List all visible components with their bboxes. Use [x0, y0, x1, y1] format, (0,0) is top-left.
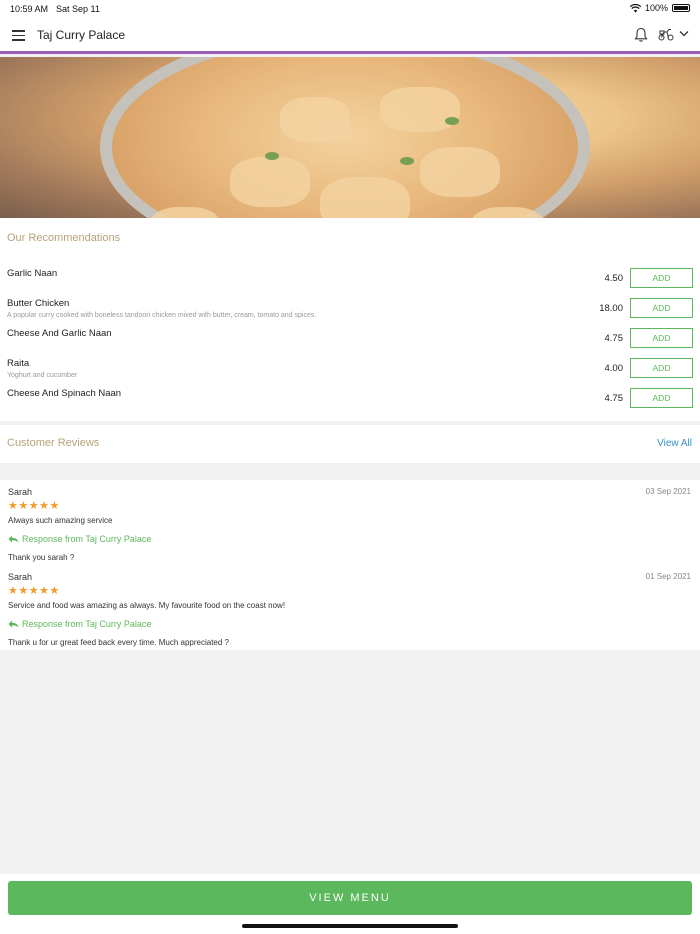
add-button[interactable]: ADD: [630, 358, 693, 378]
star-rating: ★★★★★: [8, 585, 60, 597]
page-title: Taj Curry Palace: [37, 28, 126, 42]
reviews-list: Sarah 03 Sep 2021 ★★★★★ Always such amaz…: [0, 480, 700, 650]
add-button[interactable]: ADD: [630, 298, 693, 318]
menu-item-name: Butter Chicken: [7, 298, 70, 309]
menu-item: Butter Chicken A popular curry cooked wi…: [0, 298, 700, 328]
add-button[interactable]: ADD: [630, 268, 693, 288]
review-text: Always such amazing service: [8, 516, 113, 525]
menu-item: Cheese And Garlic Naan 4.75 ADD: [0, 328, 700, 358]
review-text: Service and food was amazing as always. …: [8, 601, 286, 610]
response-header: Response from Taj Curry Palace: [8, 619, 151, 629]
reply-arrow-icon: [8, 620, 19, 628]
menu-item-name: Cheese And Garlic Naan: [7, 328, 112, 339]
response-label: Response from Taj Curry Palace: [22, 534, 152, 544]
status-date: Sat Sep 11: [56, 4, 100, 14]
home-indicator: [242, 924, 458, 928]
bottom-bar: VIEW MENU: [0, 874, 700, 934]
menu-item-price: 4.00: [604, 363, 624, 374]
status-indicators: 100%: [629, 3, 690, 13]
menu-item-price: 4.75: [604, 393, 624, 404]
response-text: Thank u for ur great feed back every tim…: [8, 638, 230, 647]
status-time: 10:59 AM: [10, 4, 49, 14]
view-all-link[interactable]: View All: [657, 438, 692, 449]
review-item: Sarah 03 Sep 2021 ★★★★★ Always such amaz…: [0, 487, 700, 567]
response-text: Thank you sarah ?: [8, 553, 75, 562]
status-bar: 10:59 AM Sat Sep 11 100%: [0, 0, 700, 18]
battery-percent: 100%: [644, 3, 668, 13]
reviewer-name: Sarah: [8, 572, 33, 582]
scooter-icon[interactable]: [658, 28, 674, 41]
menu-item-name: Garlic Naan: [7, 268, 58, 279]
response-label: Response from Taj Curry Palace: [22, 619, 152, 629]
view-menu-button[interactable]: VIEW MENU: [8, 881, 692, 915]
hamburger-icon[interactable]: [12, 30, 25, 41]
bell-icon[interactable]: [634, 27, 648, 43]
menu-item-price: 4.50: [604, 273, 624, 284]
star-rating: ★★★★★: [8, 500, 60, 512]
hero-image: [0, 57, 700, 218]
add-button[interactable]: ADD: [630, 388, 693, 408]
nav-bar: Taj Curry Palace: [0, 18, 700, 54]
reviews-title: Customer Reviews: [7, 437, 100, 449]
reviews-header: Customer Reviews View All: [0, 425, 700, 463]
menu-item-price: 4.75: [604, 333, 624, 344]
battery-icon: [672, 4, 690, 12]
response-header: Response from Taj Curry Palace: [8, 534, 151, 544]
menu-item-description: Yoghurt and cucumber: [7, 372, 78, 379]
menu-item: Garlic Naan 4.50 ADD: [0, 268, 700, 298]
chevron-down-icon[interactable]: [679, 30, 689, 37]
reply-arrow-icon: [8, 535, 19, 543]
wifi-icon: [629, 3, 641, 12]
recommendations-title: Our Recommendations: [7, 232, 121, 244]
menu-item-description: A popular curry cooked with boneless tan…: [7, 312, 317, 319]
menu-item: Cheese And Spinach Naan 4.75 ADD: [0, 388, 700, 418]
menu-item: Raita Yoghurt and cucumber 4.00 ADD: [0, 358, 700, 388]
menu-item-name: Cheese And Spinach Naan: [7, 388, 122, 399]
menu-item-price: 18.00: [599, 303, 623, 314]
review-item: Sarah 01 Sep 2021 ★★★★★ Service and food…: [0, 572, 700, 652]
review-date: 01 Sep 2021: [645, 572, 691, 581]
menu-item-name: Raita: [7, 358, 30, 369]
recommendations-section: Our Recommendations Garlic Naan 4.50 ADD…: [0, 218, 700, 421]
add-button[interactable]: ADD: [630, 328, 693, 348]
review-date: 03 Sep 2021: [645, 487, 691, 496]
reviewer-name: Sarah: [8, 487, 33, 497]
